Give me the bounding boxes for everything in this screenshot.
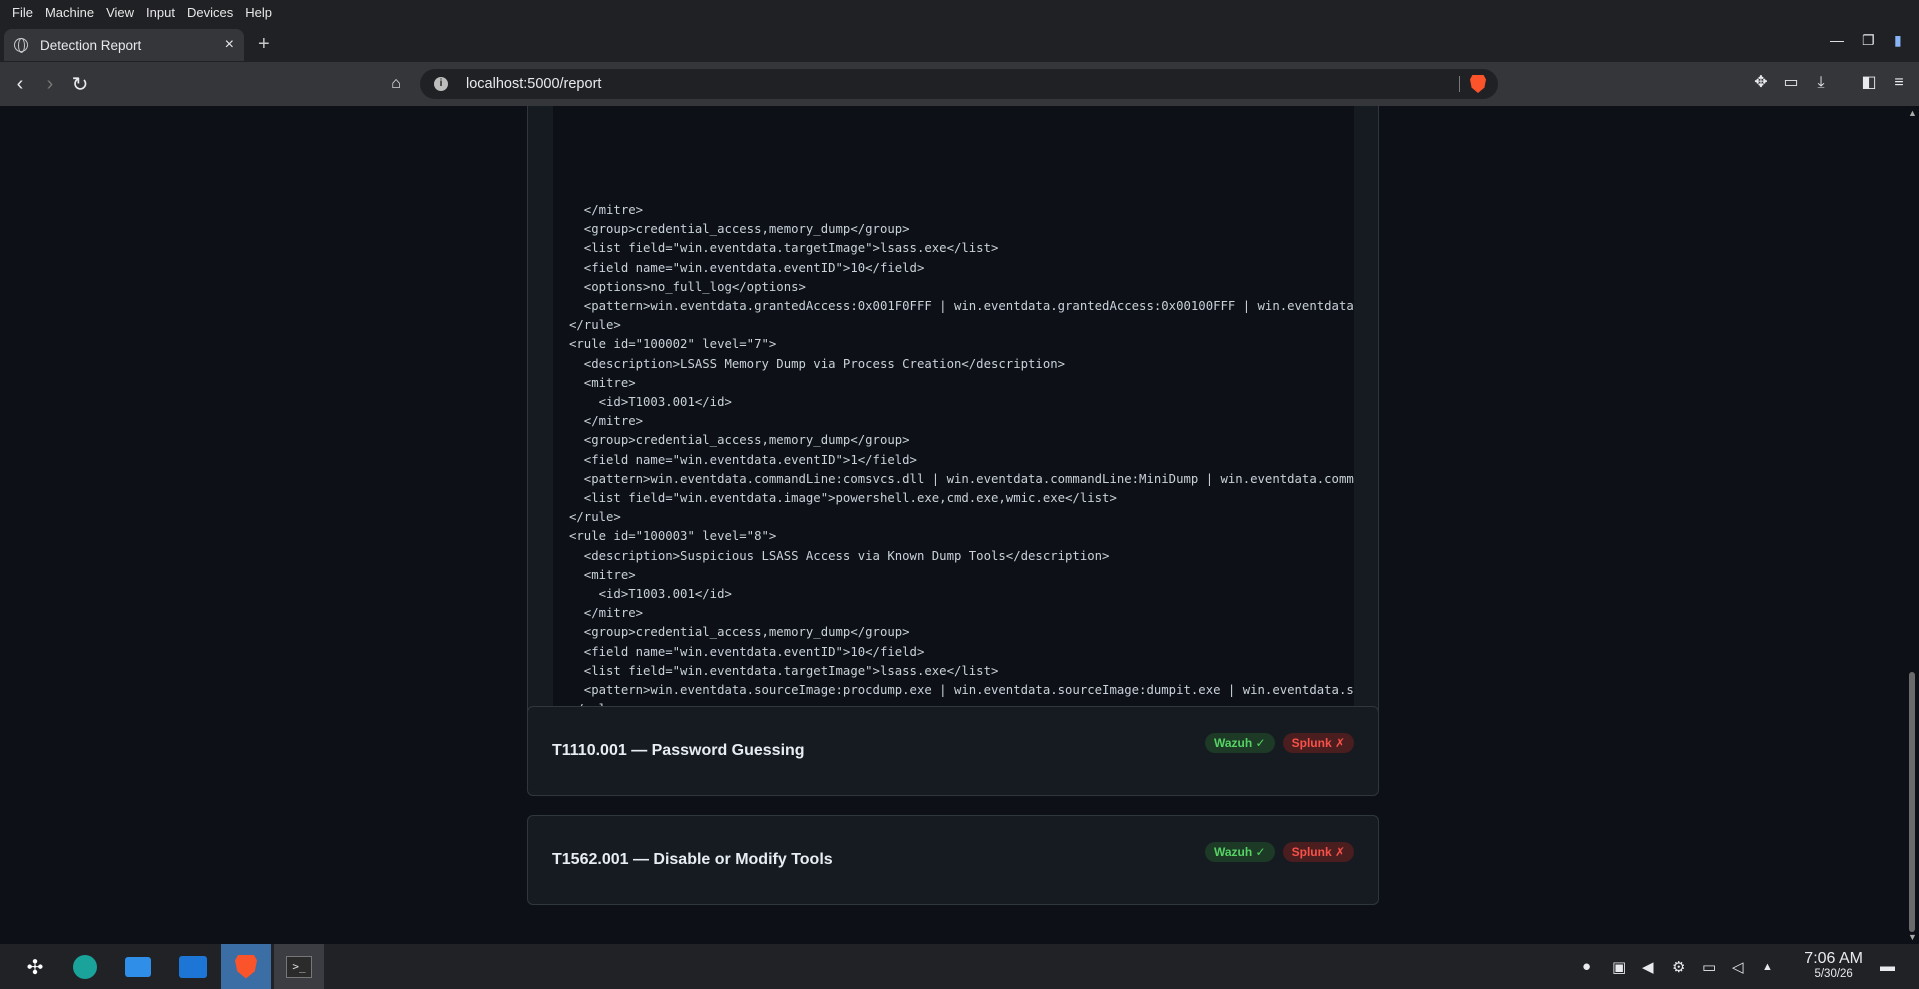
settings-icon[interactable]: ⚙ <box>1672 958 1685 976</box>
clock-date: 5/30/26 <box>1814 968 1853 980</box>
code-line: <rule id="100002" level="7"> <box>569 337 777 352</box>
wazuh-status-badge: Wazuh ✓ <box>1205 842 1275 862</box>
page-vertical-scrollbar[interactable]: ▲ ▼ <box>1905 106 1919 944</box>
code-line: <field name="win.eventdata.eventID">1</f… <box>569 452 917 467</box>
code-line: <field name="win.eventdata.eventID">10</… <box>569 260 925 275</box>
speaker-icon[interactable]: ◁ <box>1732 958 1744 976</box>
code-line: <pattern>win.eventdata.grantedAccess:0x0… <box>569 299 1354 314</box>
code-line: <id>T1003.001</id> <box>569 395 732 410</box>
rule-code-card: </mitre> <group>credential_access,memory… <box>527 106 1379 792</box>
menu-file[interactable]: File <box>6 0 39 26</box>
tab-title: Detection Report <box>40 37 142 53</box>
code-line: <mitre> <box>569 567 636 582</box>
menu-machine[interactable]: Machine <box>39 0 100 26</box>
display-icon[interactable]: ▭ <box>1702 958 1716 976</box>
code-line: <group>credential_access,memory_dump</gr… <box>569 625 910 640</box>
user-icon[interactable]: ● <box>1582 958 1591 975</box>
code-line: <group>credential_access,memory_dump</gr… <box>569 433 910 448</box>
forward-icon[interactable]: › <box>36 70 64 98</box>
code-line: <mitre> <box>569 375 636 390</box>
globe-icon <box>14 38 28 53</box>
tab-bar: Detection Report × + — ❐ ▮ <box>0 26 1919 62</box>
extensions-icon[interactable]: ✥ <box>1752 74 1770 92</box>
code-line: <rule id="100003" level="8"> <box>569 529 777 544</box>
brave-shields-icon[interactable] <box>1470 75 1486 93</box>
code-line: <group>credential_access,memory_dump</gr… <box>569 222 910 237</box>
code-line: <id>T1003.001</id> <box>569 587 732 602</box>
code-line: <options>no_full_log</options> <box>569 279 806 294</box>
scroll-down-icon[interactable]: ▼ <box>1908 932 1917 942</box>
taskbar: ✣ >_ ● ▣ ◀ ⚙ ▭ ◁ ▲ 7:06 AM 5/30/26 ▬ <box>0 944 1919 989</box>
clock[interactable]: 7:06 AM 5/30/26 <box>1804 950 1863 980</box>
code-line: </mitre> <box>569 414 644 429</box>
vm-menubar: File Machine View Input Devices Help <box>0 0 1919 26</box>
volume-icon[interactable]: ◀ <box>1642 958 1654 976</box>
code-line: </rule> <box>569 510 621 525</box>
code-line: </rule> <box>569 318 621 333</box>
site-info-icon[interactable]: i <box>434 77 448 91</box>
page-viewport: </mitre> <group>credential_access,memory… <box>0 106 1919 944</box>
back-icon[interactable]: ‹ <box>6 70 34 98</box>
menu-view[interactable]: View <box>100 0 140 26</box>
splunk-status-badge: Splunk ✗ <box>1282 842 1354 862</box>
technique-card[interactable]: T1562.001 — Disable or Modify Tools Wazu… <box>527 815 1379 905</box>
code-line: <description>LSASS Memory Dump via Proce… <box>569 356 1066 371</box>
sidebar-icon[interactable]: ◧ <box>1860 74 1878 92</box>
badge-group: Wazuh ✓ Splunk ✗ <box>1205 733 1354 753</box>
code-line: <pattern>win.eventdata.sourceImage:procd… <box>569 683 1354 698</box>
code-block: </mitre> <group>credential_access,memory… <box>553 106 1354 753</box>
minimize-icon[interactable]: — <box>1830 32 1844 48</box>
tray-expand-icon[interactable]: ▲ <box>1762 961 1773 973</box>
code-line: <list field="win.eventdata.targetImage">… <box>569 241 999 256</box>
launcher-icon[interactable]: ✣ <box>20 952 50 982</box>
menu-devices[interactable]: Devices <box>181 0 239 26</box>
menu-input[interactable]: Input <box>140 0 181 26</box>
show-desktop-icon[interactable]: ▬ <box>1880 958 1895 975</box>
scroll-up-icon[interactable]: ▲ <box>1908 108 1917 118</box>
code-line: <field name="win.eventdata.eventID">10</… <box>569 644 925 659</box>
code-line: <list field="win.eventdata.targetImage">… <box>569 663 999 678</box>
splunk-status-badge: Splunk ✗ <box>1282 733 1354 753</box>
clipboard-icon[interactable]: ▣ <box>1612 958 1626 976</box>
tab-detection-report[interactable]: Detection Report × <box>4 29 244 61</box>
maximize-icon[interactable]: ❐ <box>1862 32 1875 49</box>
clock-time: 7:06 AM <box>1804 950 1863 967</box>
menu-help[interactable]: Help <box>239 0 278 26</box>
code-line: <pattern>win.eventdata.commandLine:comsv… <box>569 471 1354 486</box>
download-icon[interactable]: ⤓ <box>1812 74 1830 92</box>
wazuh-status-badge: Wazuh ✓ <box>1205 733 1275 753</box>
file-manager-icon[interactable] <box>178 952 208 982</box>
technique-name: T1110.001 — Password Guessing <box>552 742 805 759</box>
url-input[interactable] <box>466 76 1366 92</box>
address-bar[interactable]: i <box>420 69 1498 99</box>
badge-group: Wazuh ✓ Splunk ✗ <box>1205 842 1354 862</box>
app-icon[interactable] <box>70 952 100 982</box>
scrollbar-thumb[interactable] <box>1909 672 1915 932</box>
reload-icon[interactable]: ↻ <box>66 70 94 98</box>
menu-icon[interactable]: ≡ <box>1890 74 1908 92</box>
technique-name: T1562.001 — Disable or Modify Tools <box>552 851 833 868</box>
notification-icon[interactable]: ▮ <box>1894 32 1902 49</box>
code-line: <list field="win.eventdata.image">powers… <box>569 491 1117 506</box>
wallet-icon[interactable]: ▭ <box>1782 74 1800 92</box>
wazuh-rule-xml: </mitre> <group>credential_access,memory… <box>569 201 1354 719</box>
terminal-icon[interactable]: >_ <box>274 944 324 989</box>
code-line: </mitre> <box>569 203 644 217</box>
bookmark-icon[interactable]: ⌂ <box>382 70 410 98</box>
browser-toolbar: ‹ › ↻ ⌂ i ✥ ▭ ⤓ ◧ ≡ <box>0 62 1919 106</box>
brave-browser-icon[interactable] <box>221 944 271 989</box>
new-tab-button[interactable]: + <box>258 30 270 58</box>
close-icon[interactable]: × <box>225 36 234 54</box>
url-separator <box>1459 76 1460 92</box>
toolbox-icon[interactable] <box>123 952 153 982</box>
code-line: <description>Suspicious LSASS Access via… <box>569 548 1110 563</box>
technique-card[interactable]: T1110.001 — Password Guessing Wazuh ✓ Sp… <box>527 706 1379 796</box>
code-line: </mitre> <box>569 606 644 621</box>
